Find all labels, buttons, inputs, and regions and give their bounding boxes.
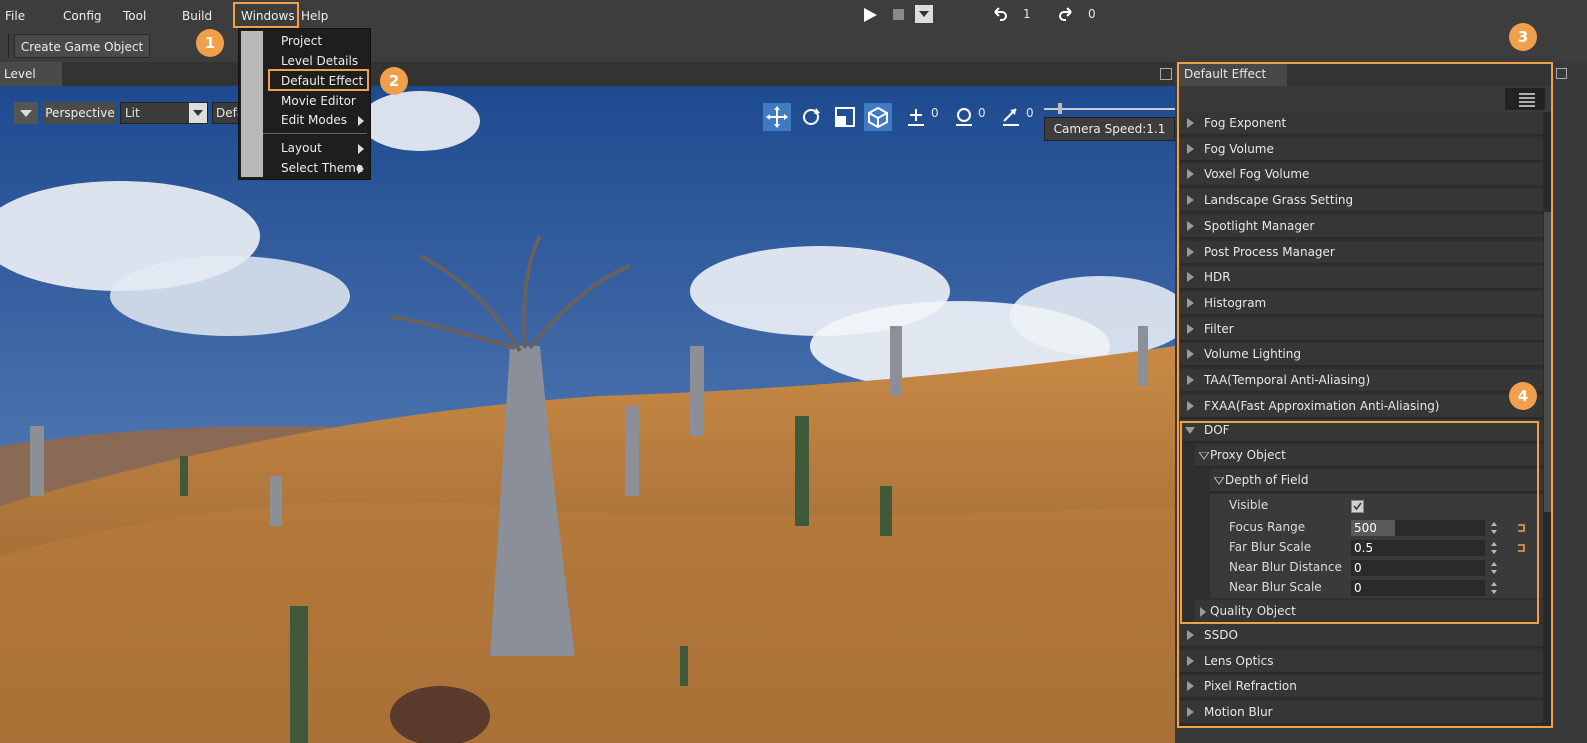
camera-speed-label: Camera Speed:1.1: [1044, 117, 1175, 141]
viewport-menu-button[interactable]: [14, 102, 38, 124]
pin-icon[interactable]: [1556, 68, 1567, 79]
menu-item-select-theme[interactable]: Select Theme: [281, 161, 363, 175]
highlight-panel: [1177, 62, 1553, 728]
rotate-snap-icon[interactable]: [953, 106, 975, 128]
camera-speed-slider[interactable]: [1044, 108, 1175, 110]
step-badge-4: 4: [1509, 382, 1537, 410]
undo-icon[interactable]: [990, 6, 1008, 24]
create-game-object-button[interactable]: Create Game Object: [14, 34, 150, 58]
move-tool-button[interactable]: [763, 103, 791, 131]
menu-item-project[interactable]: Project: [281, 34, 322, 48]
step-badge-2: 2: [380, 67, 408, 95]
view-mode-value: Defa: [216, 106, 239, 120]
scene-viewport[interactable]: Perspective Lit Defa 0 0 0 Camera Speed:…: [0, 86, 1175, 743]
chevron-down-icon: [20, 110, 32, 117]
menu-file[interactable]: File: [5, 9, 25, 23]
lit-select[interactable]: Lit: [120, 102, 208, 124]
menu-build[interactable]: Build: [182, 9, 212, 23]
chevron-down-icon: [919, 11, 929, 17]
stop-icon[interactable]: [893, 9, 904, 20]
highlight-dof: [1180, 421, 1539, 624]
chevron-down-icon: [189, 103, 207, 123]
level-tab-bar: [0, 62, 1175, 86]
submenu-arrow-icon: [358, 116, 364, 126]
windows-menu: Project Level Details Default Effect Mov…: [238, 28, 371, 180]
move-icon: [766, 106, 788, 128]
cube-icon: [868, 106, 888, 129]
highlight-default-effect: [268, 69, 369, 91]
redo-count: 0: [1088, 7, 1096, 21]
menu-item-movie-editor[interactable]: Movie Editor: [281, 94, 356, 108]
tab-level[interactable]: Level: [0, 62, 62, 86]
redo-icon[interactable]: [1058, 6, 1076, 24]
scene-image: [0, 86, 1175, 743]
world-space-button[interactable]: [864, 103, 892, 131]
menu-item-level-details[interactable]: Level Details: [281, 54, 358, 68]
undo-count: 1: [1023, 7, 1031, 21]
menu-gutter: [241, 31, 263, 177]
step-badge-1: 1: [196, 29, 224, 57]
lit-select-value: Lit: [125, 106, 140, 120]
menu-tool[interactable]: Tool: [123, 9, 146, 23]
pin-icon[interactable]: [1160, 68, 1172, 80]
perspective-button[interactable]: Perspective: [44, 102, 116, 124]
view-mode-select[interactable]: Defa: [212, 102, 240, 124]
play-options-dropdown[interactable]: [915, 5, 933, 23]
submenu-arrow-icon: [358, 164, 364, 174]
play-icon[interactable]: [862, 6, 878, 24]
rotate-icon[interactable]: [798, 104, 824, 130]
move-snap-value: 0: [931, 106, 939, 120]
menu-help[interactable]: Help: [301, 9, 328, 23]
scale-snap-icon[interactable]: [1000, 106, 1022, 128]
highlight-windows-menu: [233, 2, 299, 28]
camera-speed-slider-handle[interactable]: [1058, 103, 1062, 114]
toolbar-divider: [8, 34, 9, 58]
menu-config[interactable]: Config: [63, 9, 102, 23]
rotate-snap-value: 0: [978, 106, 986, 120]
submenu-arrow-icon: [358, 144, 364, 154]
scale-snap-value: 0: [1026, 106, 1034, 120]
menu-separator: [263, 133, 367, 134]
step-badge-3: 3: [1509, 23, 1537, 51]
menu-item-layout[interactable]: Layout: [281, 141, 322, 155]
menu-item-edit-modes[interactable]: Edit Modes: [281, 113, 347, 127]
move-snap-icon[interactable]: [905, 106, 927, 128]
scale-icon[interactable]: [832, 104, 858, 130]
